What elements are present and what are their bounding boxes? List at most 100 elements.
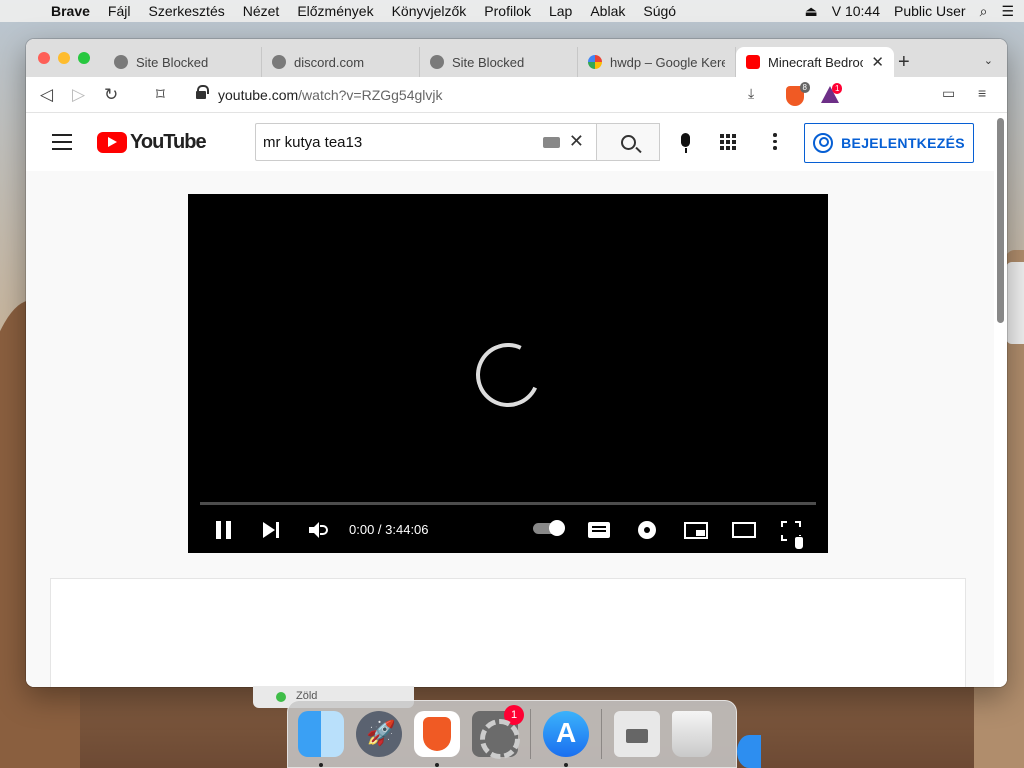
control-center-icon[interactable]: ☰ bbox=[1001, 3, 1014, 20]
tab-title: discord.com bbox=[294, 54, 365, 70]
menu-profiles[interactable]: Profilok bbox=[475, 3, 540, 19]
youtube-icon bbox=[746, 55, 760, 69]
launchpad-icon[interactable] bbox=[356, 711, 402, 757]
menu-view[interactable]: Nézet bbox=[234, 3, 289, 19]
menu-file[interactable]: Fájl bbox=[99, 3, 140, 19]
wallet-icon[interactable]: ▭ bbox=[942, 85, 955, 102]
search-button[interactable] bbox=[597, 123, 660, 161]
more-options-icon[interactable] bbox=[773, 133, 777, 150]
tab-site-blocked-2[interactable]: Site Blocked bbox=[420, 47, 578, 77]
background-window-edge bbox=[1006, 262, 1024, 344]
menubar: Brave Fájl Szerkesztés Nézet Előzmények … bbox=[0, 0, 1024, 22]
tab-search-chevron-icon[interactable]: ⌄ bbox=[984, 54, 993, 67]
close-window-button[interactable] bbox=[38, 52, 50, 64]
apps-grid-icon[interactable] bbox=[720, 134, 736, 150]
url-path: /watch?v=RZGg54glvjk bbox=[298, 87, 443, 103]
next-video-icon[interactable] bbox=[263, 522, 281, 538]
menu-bookmarks[interactable]: Könyvjelzők bbox=[383, 3, 476, 19]
browser-toolbar: ◁ ▷ ↻ ⌑ youtube.com/watch?v=RZGg54glvjk … bbox=[26, 77, 1007, 113]
scrollbar-thumb[interactable] bbox=[997, 118, 1004, 323]
menubar-user[interactable]: Public User bbox=[894, 3, 966, 19]
globe-icon bbox=[430, 55, 444, 69]
globe-icon bbox=[272, 55, 286, 69]
hand-cursor-icon bbox=[794, 536, 804, 550]
time-display: 0:00 / 3:44:06 bbox=[349, 522, 429, 537]
youtube-wordmark: YouTube bbox=[130, 131, 207, 153]
tab-youtube-active[interactable]: Minecraft Bedroc ✕ bbox=[736, 47, 894, 77]
tab-bar: Site Blocked discord.com Site Blocked hw… bbox=[26, 39, 1007, 77]
url-host: youtube.com bbox=[218, 87, 299, 103]
dock-separator bbox=[530, 709, 531, 759]
brave-rewards-icon[interactable]: 1 bbox=[821, 83, 843, 103]
video-info-panel bbox=[50, 578, 966, 687]
new-tab-button[interactable]: + bbox=[898, 51, 910, 74]
menu-window[interactable]: Ablak bbox=[581, 3, 634, 19]
page-scrollbar[interactable] bbox=[994, 113, 1007, 687]
google-icon bbox=[588, 55, 602, 69]
menu-edit[interactable]: Szerkesztés bbox=[139, 3, 233, 19]
brave-shields-icon[interactable]: 8 bbox=[786, 82, 810, 106]
reload-icon[interactable]: ↻ bbox=[104, 85, 118, 105]
miniplayer-icon[interactable] bbox=[684, 522, 708, 539]
zoom-window-button[interactable] bbox=[78, 52, 90, 64]
microphone-icon[interactable] bbox=[681, 133, 690, 153]
tab-title: Site Blocked bbox=[136, 54, 209, 70]
disk-image-icon[interactable] bbox=[614, 711, 660, 757]
finder-icon[interactable] bbox=[298, 711, 344, 767]
lock-icon bbox=[196, 84, 209, 101]
browser-menu-icon[interactable]: ≡ bbox=[978, 85, 986, 101]
dock-separator bbox=[601, 709, 602, 759]
trash-icon[interactable] bbox=[672, 711, 712, 757]
menu-app-name[interactable]: Brave bbox=[42, 3, 99, 19]
video-player[interactable]: 0:00 / 3:44:06 bbox=[188, 194, 828, 553]
forward-icon[interactable]: ▷ bbox=[72, 85, 85, 105]
green-status-dot-icon bbox=[276, 692, 286, 702]
menu-history[interactable]: Előzmények bbox=[288, 3, 382, 19]
bookmark-icon[interactable]: ⌑ bbox=[156, 85, 165, 105]
account-icon bbox=[813, 133, 834, 153]
back-icon[interactable]: ◁ bbox=[40, 85, 53, 105]
loading-spinner-icon bbox=[466, 333, 550, 417]
search-icon bbox=[620, 134, 636, 150]
tab-site-blocked-1[interactable]: Site Blocked bbox=[104, 47, 262, 77]
brave-browser-icon[interactable] bbox=[414, 711, 460, 767]
dock: 1 bbox=[287, 700, 737, 768]
theater-mode-icon[interactable] bbox=[732, 522, 756, 538]
menubar-clock[interactable]: V 10:44 bbox=[832, 3, 880, 19]
shield-count-badge: 8 bbox=[799, 82, 810, 93]
tab-discord[interactable]: discord.com bbox=[262, 47, 420, 77]
download-icon[interactable]: ⤓ bbox=[748, 85, 754, 102]
notification-badge: 1 bbox=[504, 705, 524, 725]
window-controls bbox=[38, 52, 90, 64]
system-preferences-icon[interactable]: 1 bbox=[472, 705, 524, 759]
progress-bar[interactable] bbox=[200, 502, 816, 505]
keyboard-icon[interactable] bbox=[543, 137, 560, 148]
minimize-window-button[interactable] bbox=[58, 52, 70, 64]
address-bar[interactable]: youtube.com/watch?v=RZGg54glvjk bbox=[196, 81, 786, 109]
sign-in-label: BEJELENTKEZÉS bbox=[841, 135, 965, 151]
browser-window: Site Blocked discord.com Site Blocked hw… bbox=[26, 39, 1007, 687]
autoplay-toggle[interactable] bbox=[533, 520, 565, 536]
youtube-play-icon bbox=[97, 132, 127, 153]
close-tab-icon[interactable]: ✕ bbox=[871, 53, 884, 71]
eject-icon[interactable]: ⏏ bbox=[805, 3, 818, 20]
rewards-count-badge: 1 bbox=[832, 83, 843, 94]
tab-title: hwdp – Google Keres bbox=[610, 54, 725, 70]
globe-icon bbox=[114, 55, 128, 69]
subtitles-icon[interactable] bbox=[588, 522, 610, 538]
clear-search-icon[interactable]: ✕ bbox=[569, 131, 584, 152]
youtube-logo[interactable]: YouTube bbox=[97, 131, 207, 154]
search-input[interactable]: mr kutya tea13 ✕ bbox=[255, 123, 597, 161]
sign-in-button[interactable]: BEJELENTKEZÉS bbox=[804, 123, 974, 163]
app-store-icon[interactable] bbox=[543, 711, 589, 767]
settings-gear-icon[interactable] bbox=[638, 521, 656, 539]
menu-tab[interactable]: Lap bbox=[540, 3, 581, 19]
tab-title: Minecraft Bedroc bbox=[768, 54, 864, 70]
pause-icon[interactable] bbox=[216, 521, 231, 539]
volume-icon[interactable] bbox=[309, 522, 329, 538]
youtube-header: YouTube mr kutya tea13 ✕ BEJELENTKEZÉS bbox=[26, 113, 996, 171]
spotlight-search-icon[interactable]: ⌕ bbox=[980, 3, 988, 20]
menu-help[interactable]: Súgó bbox=[634, 3, 685, 19]
tab-google-search[interactable]: hwdp – Google Keres bbox=[578, 47, 736, 77]
guide-menu-icon[interactable] bbox=[52, 134, 72, 150]
